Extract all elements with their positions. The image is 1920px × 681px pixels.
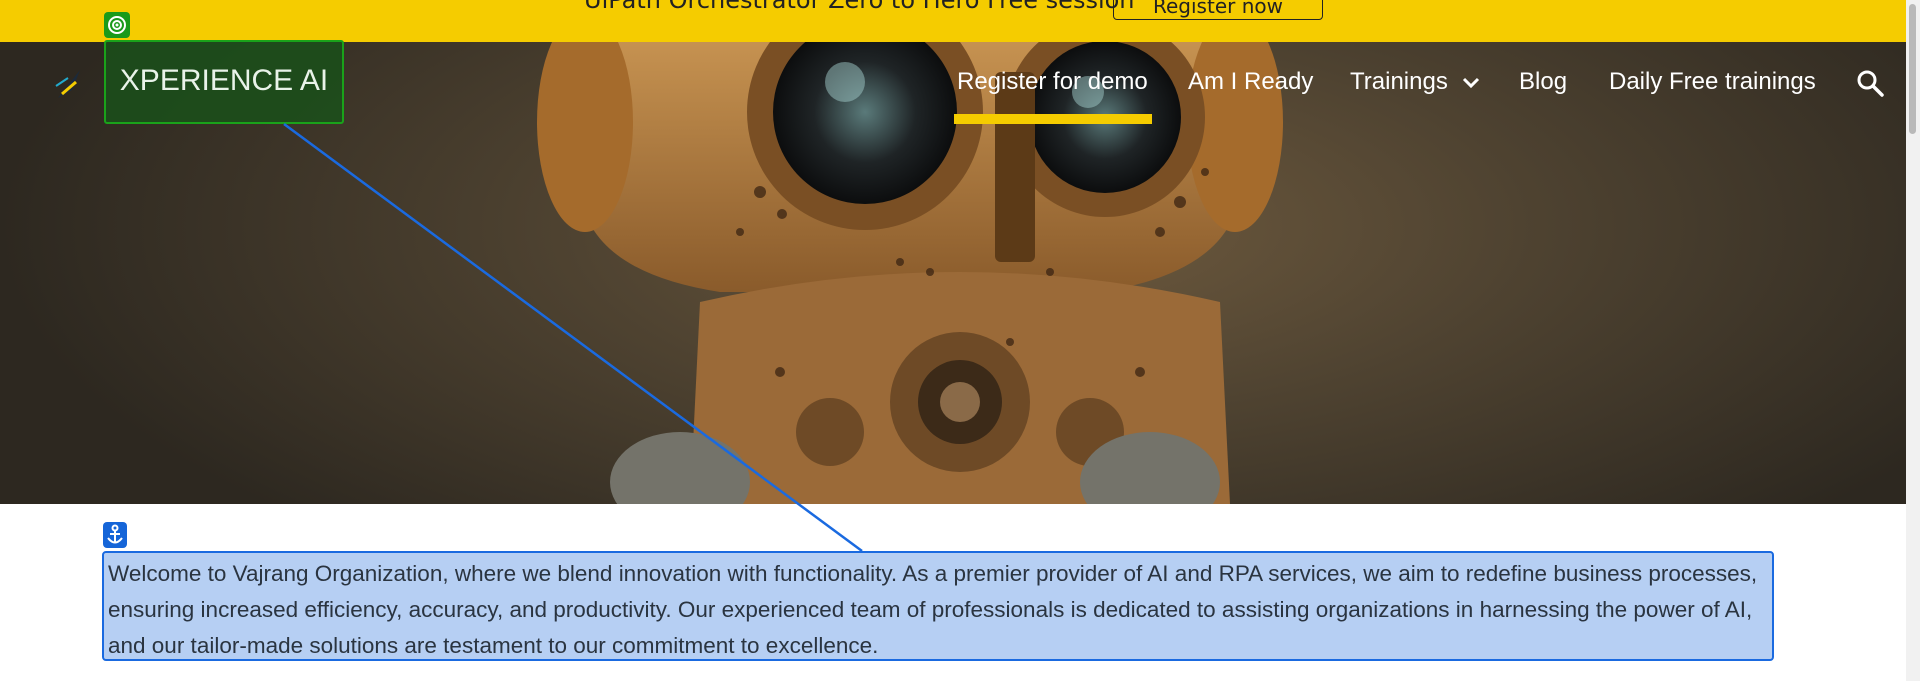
active-nav-underline	[954, 114, 1152, 124]
announcement-banner: UiPath Orchestrator Zero to Hero Free se…	[0, 0, 1906, 42]
target-icon	[104, 12, 130, 38]
banner-text: UiPath Orchestrator Zero to Hero Free se…	[584, 0, 1135, 14]
banner-register-button[interactable]: Register now	[1113, 0, 1323, 20]
brand-logo-text[interactable]: XPERIENCE AI	[104, 40, 344, 124]
anchor-icon	[103, 522, 127, 548]
nav-trainings-label: Trainings	[1350, 68, 1448, 95]
logo-icon[interactable]	[52, 64, 92, 104]
nav-trainings[interactable]: Trainings	[1350, 68, 1481, 96]
intro-paragraph: Welcome to Vajrang Organization, where w…	[102, 551, 1774, 661]
nav-register-demo[interactable]: Register for demo	[957, 68, 1148, 96]
search-icon[interactable]	[1855, 68, 1885, 98]
nav-daily-free-trainings[interactable]: Daily Free trainings	[1609, 68, 1816, 96]
nav-am-i-ready[interactable]: Am I Ready	[1188, 68, 1313, 96]
nav-blog[interactable]: Blog	[1519, 68, 1567, 96]
scrollbar-thumb[interactable]	[1909, 4, 1916, 134]
chevron-down-icon	[1462, 77, 1479, 88]
